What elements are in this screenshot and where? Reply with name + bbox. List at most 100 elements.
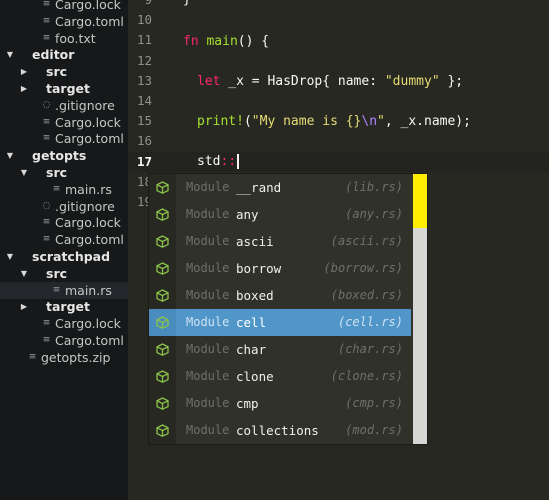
tree-item[interactable]: ≡ Cargo.lock <box>0 315 128 332</box>
item-name: collections <box>236 423 319 438</box>
module-cube-icon <box>156 208 169 221</box>
expanded-arrow-icon[interactable]: ▼ <box>20 265 28 282</box>
line-number: 11 <box>136 32 152 48</box>
autocomplete-scrollbar[interactable] <box>413 174 427 444</box>
file-icon: ≡ <box>52 284 61 295</box>
autocomplete-item[interactable]: Module borrow (borrow.rs) <box>149 255 411 282</box>
item-kind: Module <box>186 369 230 383</box>
dotfile-icon: ◌ <box>42 200 51 211</box>
autocomplete-item[interactable]: Module cmp (cmp.rs) <box>149 390 411 417</box>
tree-item[interactable]: ▶ target <box>0 298 128 315</box>
item-name: cmp <box>236 396 259 411</box>
file-icon: ≡ <box>42 133 51 144</box>
expanded-arrow-icon[interactable]: ▼ <box>6 248 14 265</box>
tree-item-label: Cargo.toml <box>55 131 124 147</box>
file-icon: ≡ <box>42 217 51 228</box>
tree-item-label: getopts <box>32 148 87 164</box>
path-separator: :: <box>220 154 237 169</box>
icon-cell <box>149 309 176 336</box>
collapsed-arrow-icon[interactable]: ▶ <box>20 298 28 315</box>
code-line-9[interactable]: } <box>183 0 191 10</box>
item-source: (mod.rs) <box>345 423 403 437</box>
keyword-fn: fn <box>183 34 199 49</box>
tree-item[interactable]: ▶ target <box>0 80 128 97</box>
tree-item-label: src <box>46 265 68 281</box>
tree-item-label: target <box>46 81 90 96</box>
tree-item[interactable]: ≡ Cargo.lock <box>0 114 128 131</box>
tree-item-label: editor <box>32 47 75 63</box>
item-kind: Module <box>186 180 230 194</box>
tree-item[interactable]: ≡ Cargo.toml <box>0 13 128 30</box>
autocomplete-item[interactable]: Module boxed (boxed.rs) <box>149 282 411 309</box>
autocomplete-item[interactable]: Module char (char.rs) <box>149 336 411 363</box>
expanded-arrow-icon[interactable]: ▼ <box>6 46 14 63</box>
expanded-arrow-icon[interactable]: ▼ <box>20 164 28 181</box>
item-kind: Module <box>186 396 230 410</box>
code-line-17[interactable]: std:: <box>197 152 240 172</box>
tree-item[interactable]: ◌ .gitignore <box>0 198 128 215</box>
item-source: (ascii.rs) <box>330 234 403 248</box>
tree-item[interactable]: ≡ Cargo.toml <box>0 231 128 248</box>
item-source: (cmp.rs) <box>345 396 403 410</box>
line-number: 14 <box>136 93 152 108</box>
tree-item[interactable]: ≡ main.rs <box>0 281 128 299</box>
tree-item[interactable]: ▶ src <box>0 63 128 80</box>
autocomplete-item[interactable]: Module any (any.rs) <box>149 201 411 228</box>
item-name: clone <box>236 369 274 384</box>
icon-cell <box>149 282 176 309</box>
autocomplete-item[interactable]: Module cell (cell.rs) <box>149 309 411 336</box>
tree-item-label: Cargo.lock <box>55 114 121 130</box>
tree-item-label: Cargo.toml <box>55 13 124 29</box>
collapsed-arrow-icon[interactable]: ▶ <box>20 63 28 80</box>
tree-item[interactable]: ≡ main.rs <box>0 181 128 198</box>
tree-item[interactable]: ≡ Cargo.toml <box>0 130 128 147</box>
tree-item[interactable]: ≡ Cargo.lock <box>0 214 128 231</box>
text-cursor <box>237 154 240 169</box>
file-tree-sidebar: ≡ Cargo.lock ≡ Cargo.toml ≡ foo.txt ▼ editor ▶ sr… <box>0 0 128 500</box>
autocomplete-item[interactable]: Module collections (mod.rs) <box>149 417 411 444</box>
autocomplete-scroll-thumb[interactable] <box>413 174 427 228</box>
tree-item-label: foo.txt <box>55 30 96 46</box>
tree-item[interactable]: ≡ Cargo.toml <box>0 332 128 349</box>
autocomplete-item[interactable]: Module ascii (ascii.rs) <box>149 228 411 255</box>
icon-cell <box>149 390 176 417</box>
item-source: (char.rs) <box>337 342 403 356</box>
tree-item[interactable]: ▼ src <box>0 164 128 181</box>
line-number: 13 <box>136 72 152 88</box>
item-kind: Module <box>186 234 230 248</box>
file-icon: ≡ <box>52 183 61 194</box>
icon-cell <box>149 336 176 363</box>
item-source: (boxed.rs) <box>330 288 403 302</box>
item-source: (borrow.rs) <box>323 261 403 275</box>
tree-item[interactable]: ▼ editor <box>0 46 128 63</box>
icon-cell <box>149 417 176 444</box>
escape-sequence: \n <box>361 114 378 129</box>
tree-item[interactable]: ▼ src <box>0 265 128 282</box>
file-icon: ≡ <box>42 32 51 43</box>
tree-item[interactable]: ▼ scratchpad <box>0 248 128 265</box>
icon-cell <box>149 174 176 201</box>
tree-item-label: Cargo.toml <box>55 333 124 348</box>
module-cube-icon <box>156 397 169 410</box>
autocomplete-item[interactable]: Module clone (clone.rs) <box>149 363 411 390</box>
code-line-13[interactable]: let _x = HasDrop{ name: "dummy" }; <box>197 72 463 92</box>
tree-item[interactable]: ≡ foo.txt <box>0 30 128 47</box>
collapsed-arrow-icon[interactable]: ▶ <box>20 80 28 97</box>
tree-item-label: src <box>46 64 68 80</box>
code-line-15[interactable]: print!("My name is {}\n", _x.name); <box>197 112 471 132</box>
tree-item[interactable]: ◌ .gitignore <box>0 97 128 114</box>
icon-cell <box>149 255 176 282</box>
tree-item[interactable]: ≡ Cargo.lock <box>0 0 128 13</box>
expanded-arrow-icon[interactable]: ▼ <box>6 147 14 164</box>
item-name: boxed <box>236 288 274 303</box>
item-name: cell <box>236 315 267 330</box>
tree-item[interactable]: ▼ getopts <box>0 147 128 164</box>
code-line-11[interactable]: fn main() { <box>183 32 269 52</box>
tree-item-label: Cargo.lock <box>55 316 121 332</box>
dotfile-icon: ◌ <box>42 99 51 110</box>
module-cube-icon <box>156 316 169 329</box>
autocomplete-item[interactable]: Module __rand (lib.rs) <box>149 174 411 201</box>
tree-item[interactable]: ≡ getopts.zip <box>0 349 128 366</box>
item-kind: Module <box>186 423 230 437</box>
tree-item-label: .gitignore <box>55 97 115 113</box>
